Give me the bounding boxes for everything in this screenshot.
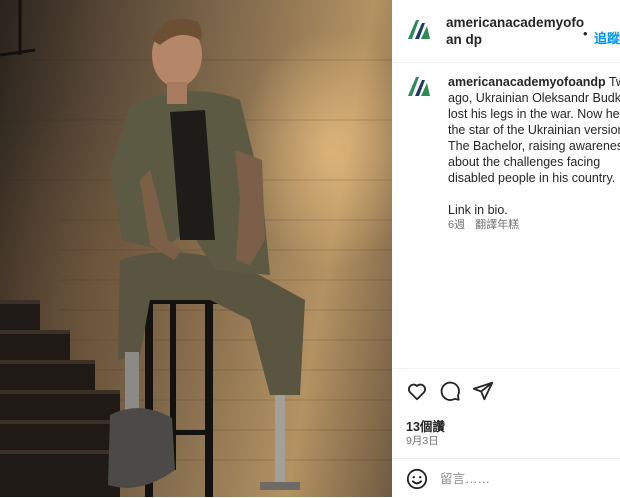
caption-line-rest: Two y	[608, 75, 620, 89]
separator-dot: •	[583, 26, 588, 41]
photo-illustration	[0, 0, 392, 497]
header-username[interactable]: americanacademyofoan dp	[446, 14, 586, 48]
caption-line: about the challenges facing	[448, 155, 601, 169]
heart-icon[interactable]	[406, 380, 428, 402]
follow-button[interactable]: 追蹤	[594, 28, 620, 47]
post-age[interactable]: 6週	[448, 219, 465, 231]
paper-plane-icon[interactable]	[472, 380, 494, 402]
caption-line: the star of the Ukrainian version	[448, 123, 620, 137]
translate-link[interactable]: 翻譯年糕	[475, 219, 519, 231]
comment-bubble-icon[interactable]	[439, 380, 461, 402]
academy-logo[interactable]	[405, 15, 433, 43]
caption-line: americanacademyofoandp Two y	[448, 74, 620, 90]
smiley-icon[interactable]	[406, 468, 428, 490]
post-side-panel: americanacademyofoan dp • 追蹤 americanaca…	[392, 0, 620, 497]
post-header: americanacademyofoan dp • 追蹤	[392, 0, 620, 63]
post-date: 9月3日	[406, 435, 439, 447]
caption-line: ago, Ukrainian Oleksandr Budko	[448, 91, 620, 105]
caption-meta: 6週 翻譯年糕	[448, 216, 519, 232]
caption-line: lost his legs in the war. Now he	[448, 107, 620, 121]
caption-area: americanacademyofoandp Two y ago, Ukrain…	[392, 62, 620, 367]
comment-input[interactable]	[440, 469, 610, 489]
caption-line: disabled people in his country.	[448, 171, 616, 185]
post-caption: americanacademyofoandp Two y ago, Ukrain…	[448, 74, 620, 218]
post-photo[interactable]	[0, 0, 392, 497]
caption-avatar-logo[interactable]	[405, 72, 433, 100]
caption-username[interactable]: americanacademyofoandp	[448, 75, 606, 89]
add-comment-bar	[392, 458, 620, 498]
caption-line: The Bachelor, raising awareness	[448, 139, 620, 153]
